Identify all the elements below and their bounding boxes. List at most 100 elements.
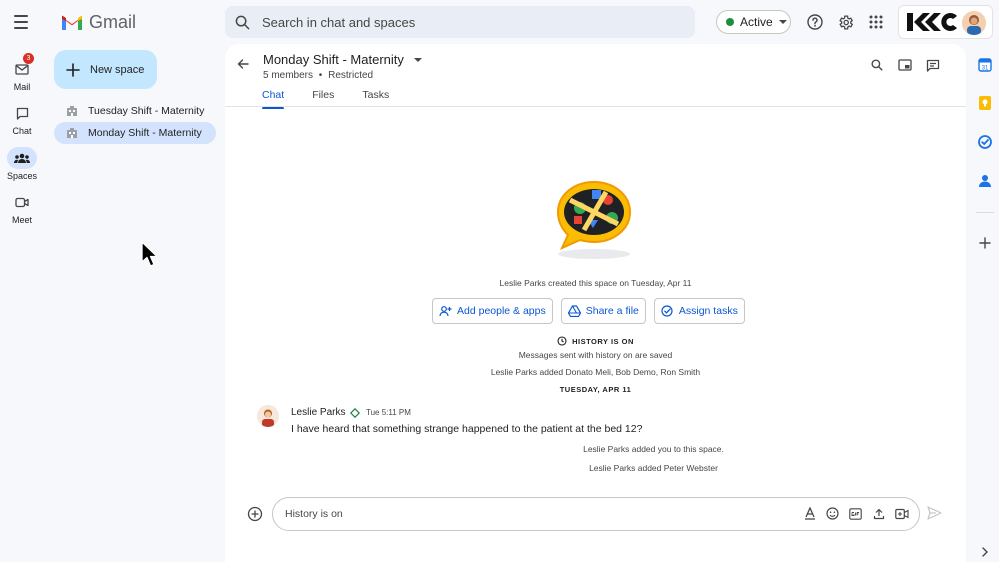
message-author[interactable]: Leslie Parks bbox=[291, 407, 345, 418]
top-bar: Gmail Active bbox=[0, 0, 999, 44]
message-time: Tue 5:11 PM bbox=[366, 408, 411, 417]
apps-grid-icon[interactable] bbox=[866, 12, 886, 32]
member-count[interactable]: 5 members bbox=[263, 70, 313, 81]
chevron-down-icon bbox=[778, 20, 787, 24]
rail-item-spaces[interactable]: Spaces bbox=[0, 147, 44, 181]
building-icon bbox=[67, 106, 77, 116]
chevron-right-icon[interactable] bbox=[977, 544, 993, 560]
mail-unread-badge: 3 bbox=[23, 53, 34, 64]
spaces-icon bbox=[14, 153, 30, 163]
space-actions: Add people & apps Share a file Assign ta… bbox=[432, 298, 745, 324]
mail-icon-wrap: 3 bbox=[7, 53, 37, 80]
tasks-icon[interactable] bbox=[977, 134, 993, 150]
share-file-button[interactable]: Share a file bbox=[560, 298, 646, 324]
share-file-label: Share a file bbox=[585, 305, 639, 317]
side-panel-apps: 31 bbox=[970, 44, 999, 562]
history-subtitle: Messages sent with history on are saved bbox=[518, 350, 673, 360]
mouse-cursor bbox=[141, 241, 159, 274]
system-note-added-peter: Leslie Parks added Peter Webster bbox=[589, 463, 718, 473]
side-panel-divider bbox=[976, 212, 994, 213]
help-icon[interactable] bbox=[805, 12, 825, 32]
video-icon bbox=[15, 197, 29, 207]
search-input[interactable] bbox=[262, 14, 662, 30]
rail-label-meet: Meet bbox=[11, 215, 32, 225]
upload-icon[interactable] bbox=[871, 506, 886, 521]
keep-icon[interactable] bbox=[977, 95, 993, 111]
sidebar-space-tuesday[interactable]: Tuesday Shift - Maternity bbox=[54, 100, 216, 122]
open-in-popup-icon[interactable] bbox=[897, 57, 913, 73]
svg-text:31: 31 bbox=[982, 66, 989, 72]
rail-label-spaces: Spaces bbox=[6, 171, 38, 181]
chat-icon bbox=[16, 107, 28, 120]
space-title: Monday Shift - Maternity bbox=[263, 52, 404, 67]
verified-diamond-icon bbox=[350, 408, 360, 418]
space-panel: Monday Shift - Maternity 5 members • Res… bbox=[225, 44, 966, 562]
back-arrow-icon[interactable] bbox=[237, 57, 249, 75]
rail-label-chat: Chat bbox=[12, 126, 32, 136]
space-created-note: Leslie Parks created this space on Tuesd… bbox=[499, 278, 692, 288]
org-logo bbox=[907, 13, 957, 32]
subtitle-separator: • bbox=[318, 70, 323, 81]
account-switcher[interactable] bbox=[898, 5, 993, 39]
members-added-note: Leslie Parks added Donato Meli, Bob Demo… bbox=[490, 367, 701, 377]
user-avatar[interactable] bbox=[962, 11, 986, 35]
spaces-icon-wrap bbox=[7, 147, 37, 169]
new-space-button[interactable]: New space bbox=[54, 50, 157, 89]
drive-icon bbox=[567, 305, 581, 317]
search-in-space-icon[interactable] bbox=[869, 57, 885, 73]
add-attachment-icon[interactable] bbox=[247, 506, 263, 527]
plus-icon bbox=[66, 62, 80, 77]
space-title-dropdown[interactable]: Monday Shift - Maternity bbox=[263, 52, 422, 67]
add-person-icon bbox=[439, 306, 452, 317]
date-divider: TUESDAY, APR 11 bbox=[559, 385, 632, 394]
video-meeting-icon[interactable] bbox=[894, 506, 909, 521]
add-people-button[interactable]: Add people & apps bbox=[432, 298, 553, 324]
app-rail: 3 Mail Chat Spaces Meet bbox=[0, 44, 44, 562]
status-label: Active bbox=[740, 15, 773, 29]
search-bar[interactable] bbox=[225, 6, 695, 38]
gmail-logo[interactable]: Gmail bbox=[61, 12, 136, 33]
space-subtitle: 5 members • Restricted bbox=[263, 70, 373, 81]
meet-icon-wrap bbox=[7, 191, 37, 213]
rail-item-chat[interactable]: Chat bbox=[0, 102, 44, 136]
chevron-down-icon bbox=[413, 57, 422, 62]
status-dropdown[interactable]: Active bbox=[716, 10, 791, 34]
space-name: Tuesday Shift - Maternity bbox=[88, 105, 205, 117]
rail-label-mail: Mail bbox=[13, 82, 31, 92]
contacts-icon[interactable] bbox=[977, 173, 993, 189]
rail-item-mail[interactable]: 3 Mail bbox=[0, 53, 44, 92]
space-name: Monday Shift - Maternity bbox=[88, 127, 202, 139]
mail-icon bbox=[15, 63, 29, 75]
format-text-icon[interactable] bbox=[802, 506, 817, 521]
system-note-added-you: Leslie Parks added you to this space. bbox=[583, 444, 724, 454]
rail-item-meet[interactable]: Meet bbox=[0, 191, 44, 225]
new-space-label: New space bbox=[90, 63, 145, 76]
settings-icon[interactable] bbox=[835, 12, 855, 32]
main-menu-icon[interactable] bbox=[10, 11, 32, 33]
calendar-icon[interactable]: 31 bbox=[977, 57, 993, 73]
space-welcome-illustration bbox=[548, 172, 640, 264]
assign-tasks-button[interactable]: Assign tasks bbox=[653, 298, 745, 324]
message-text: I have heard that something strange happ… bbox=[291, 423, 643, 435]
sidebar-space-monday[interactable]: Monday Shift - Maternity bbox=[54, 122, 216, 144]
history-heading: HISTORY IS ON bbox=[572, 336, 634, 346]
task-check-icon bbox=[661, 305, 673, 317]
tab-divider bbox=[225, 106, 966, 107]
add-addon-icon[interactable] bbox=[977, 235, 993, 251]
chat-icon-wrap bbox=[7, 102, 37, 124]
send-icon[interactable] bbox=[927, 506, 942, 525]
gmail-m-icon bbox=[62, 15, 82, 30]
message-input[interactable] bbox=[285, 508, 785, 520]
add-people-label: Add people & apps bbox=[457, 305, 546, 317]
threads-icon[interactable] bbox=[925, 57, 941, 73]
gif-icon[interactable] bbox=[848, 506, 863, 521]
search-icon[interactable] bbox=[235, 15, 250, 30]
assign-tasks-label: Assign tasks bbox=[678, 305, 738, 317]
access-level: Restricted bbox=[328, 70, 374, 81]
author-avatar[interactable] bbox=[257, 405, 279, 427]
message-composer[interactable] bbox=[272, 497, 920, 531]
composer-tools bbox=[802, 506, 909, 521]
emoji-icon[interactable] bbox=[825, 506, 840, 521]
history-icon bbox=[557, 336, 567, 346]
status-dot bbox=[726, 18, 734, 26]
